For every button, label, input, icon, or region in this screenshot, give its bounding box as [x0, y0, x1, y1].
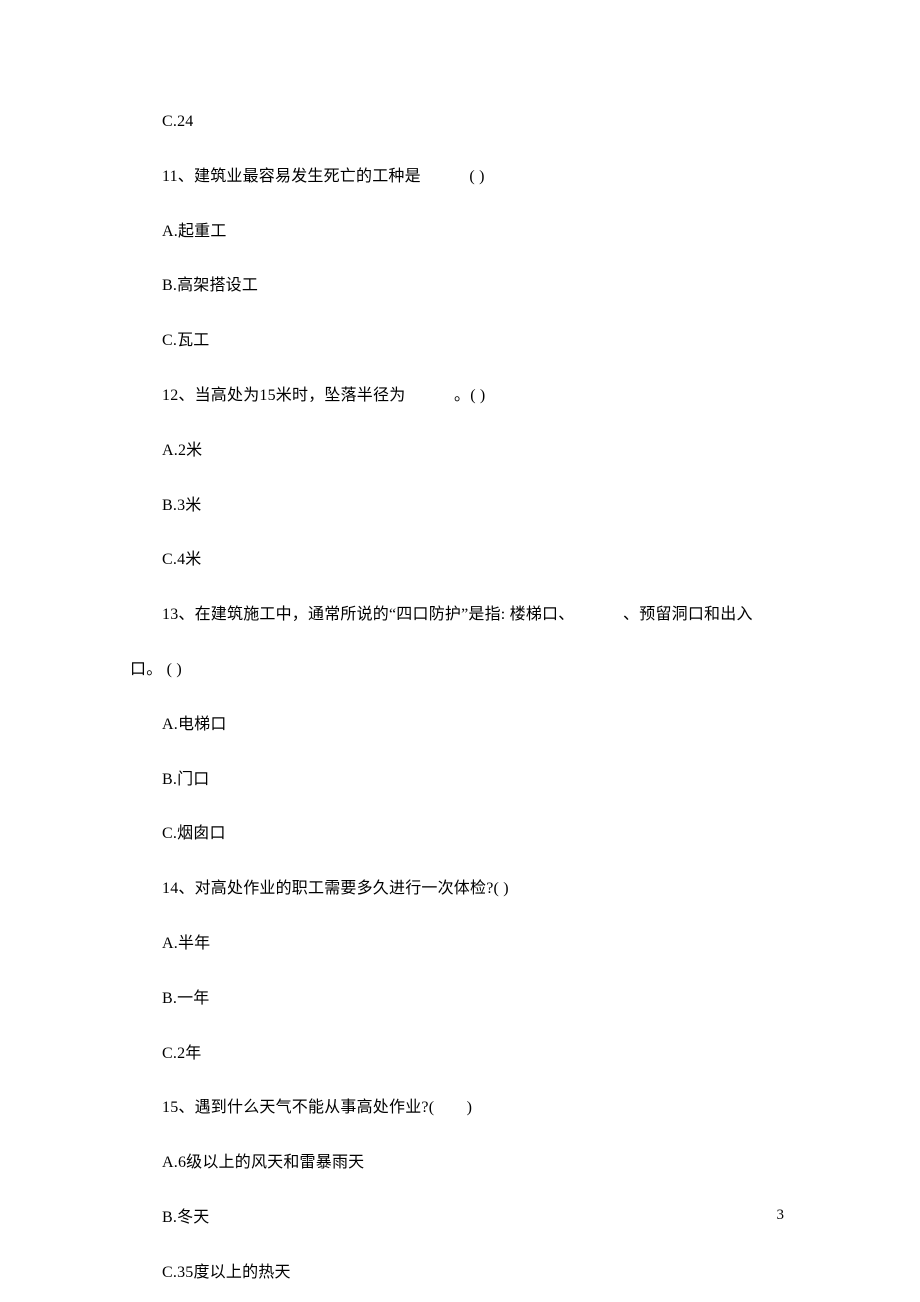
- option-a: A.起重工: [130, 222, 790, 243]
- question-15: 15、遇到什么天气不能从事高处作业?( ): [130, 1098, 790, 1119]
- option-c: C.2年: [130, 1044, 790, 1065]
- option-b: B.3米: [130, 496, 790, 517]
- option-b: B.门口: [130, 770, 790, 791]
- option-a: A.电梯口: [130, 715, 790, 736]
- question-14: 14、对高处作业的职工需要多久进行一次体检?( ): [130, 879, 790, 900]
- question-13-part1: 13、在建筑施工中，通常所说的“四口防护”是指: 楼梯口、 、预留洞口和出入: [130, 605, 790, 626]
- text-line: C.24: [130, 112, 790, 133]
- option-a: A.6级以上的风天和雷暴雨天: [130, 1153, 790, 1174]
- option-c: C.瓦工: [130, 331, 790, 352]
- option-a: A.半年: [130, 934, 790, 955]
- page-number: 3: [777, 1207, 785, 1224]
- option-b: B.高架搭设工: [130, 276, 790, 297]
- question-12: 12、当高处为15米时，坠落半径为 。( ): [130, 386, 790, 407]
- option-b: B.一年: [130, 989, 790, 1010]
- option-c: C.35度以上的热天: [130, 1263, 790, 1284]
- option-b: B.冬天: [130, 1208, 790, 1229]
- option-c: C.4米: [130, 550, 790, 571]
- document-page: C.24 11、建筑业最容易发生死亡的工种是 ( ) A.起重工 B.高架搭设工…: [0, 0, 920, 1302]
- option-a: A.2米: [130, 441, 790, 462]
- question-13-part2: 口。 ( ): [130, 660, 790, 681]
- option-c: C.烟囱口: [130, 824, 790, 845]
- question-11: 11、建筑业最容易发生死亡的工种是 ( ): [130, 167, 790, 188]
